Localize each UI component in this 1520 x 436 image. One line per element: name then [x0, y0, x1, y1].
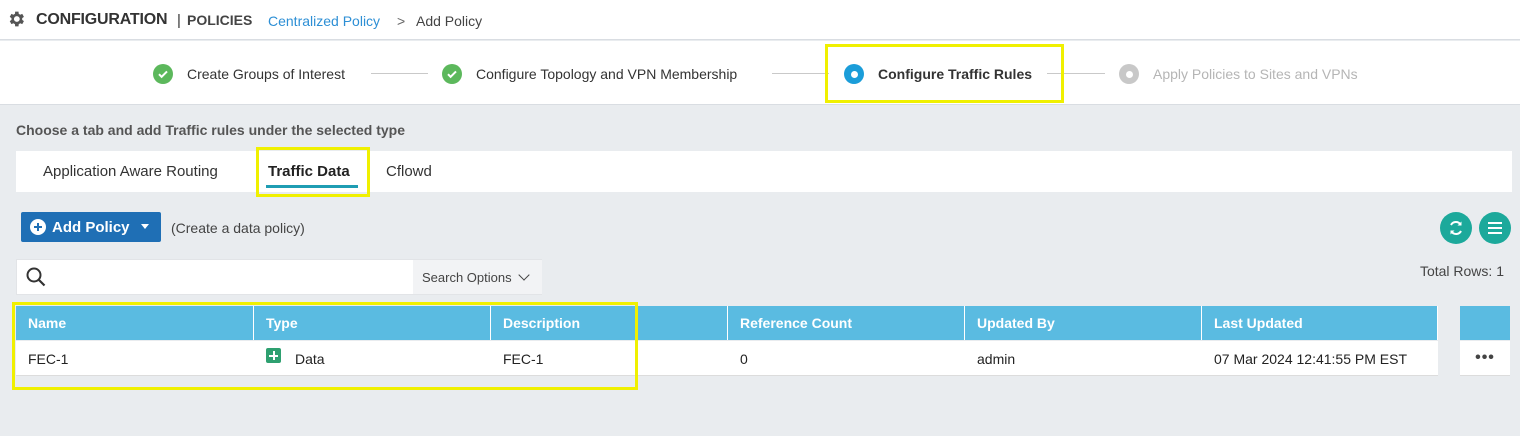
- search-bar: Search Options: [16, 259, 542, 295]
- step-connector: [371, 73, 428, 74]
- search-options-dropdown[interactable]: Search Options: [413, 260, 542, 294]
- chevron-down-icon: [517, 269, 530, 281]
- instruction-text: Choose a tab and add Traffic rules under…: [16, 122, 405, 138]
- title-separator: |: [177, 12, 181, 29]
- add-policy-label: Add Policy: [52, 218, 130, 236]
- search-icon: [26, 267, 46, 287]
- cell-last-updated: 07 Mar 2024 12:41:55 PM EST: [1214, 350, 1407, 367]
- refresh-icon: [1450, 221, 1462, 235]
- highlight-box-table: [12, 302, 638, 390]
- highlight-box-step: [825, 44, 1064, 103]
- wizard-step-topology[interactable]: Configure Topology and VPN Membership: [442, 63, 737, 85]
- row-actions-button[interactable]: •••: [1460, 341, 1510, 376]
- add-policy-hint: (Create a data policy): [171, 220, 305, 236]
- search-input[interactable]: [53, 264, 413, 291]
- column-header-actions: [1460, 306, 1510, 340]
- breadcrumb-centralized-policy[interactable]: Centralized Policy: [268, 13, 380, 29]
- search-options-label: Search Options: [422, 269, 512, 285]
- gear-icon: [9, 11, 24, 27]
- cell-updated-by: admin: [977, 350, 1016, 367]
- check-icon: [153, 64, 173, 84]
- more-icon: •••: [1475, 349, 1495, 366]
- wizard-step-label: Configure Topology and VPN Membership: [476, 66, 738, 82]
- cell-reference-count: 0: [740, 350, 748, 367]
- step-connector: [772, 73, 829, 74]
- breadcrumb-current: Add Policy: [416, 13, 483, 29]
- menu-icon: [1488, 222, 1502, 234]
- page-subtitle: POLICIES: [187, 12, 253, 28]
- tab-application-aware-routing[interactable]: Application Aware Routing: [43, 163, 218, 180]
- total-rows-count: Total Rows: 1: [1419, 263, 1504, 279]
- wizard-step-apply[interactable]: Apply Policies to Sites and VPNs: [1119, 63, 1358, 85]
- page-title: CONFIGURATION: [36, 11, 168, 28]
- add-policy-button[interactable]: Add Policy: [21, 212, 161, 242]
- wizard-steps: Create Groups of Interest Configure Topo…: [0, 41, 1520, 105]
- breadcrumb-separator: >: [397, 13, 406, 29]
- wizard-step-label: Create Groups of Interest: [187, 66, 345, 82]
- caret-down-icon: [141, 224, 149, 229]
- check-icon: [442, 64, 462, 84]
- wizard-step-groups[interactable]: Create Groups of Interest: [153, 63, 345, 85]
- column-header-last-updated[interactable]: Last Updated: [1202, 306, 1438, 340]
- table-menu-button[interactable]: [1479, 212, 1511, 244]
- pending-step-icon: [1119, 64, 1139, 84]
- plus-circle-icon: [30, 219, 46, 235]
- highlight-box-tab: [256, 147, 370, 197]
- refresh-button[interactable]: [1440, 212, 1472, 244]
- wizard-step-label: Apply Policies to Sites and VPNs: [1153, 66, 1358, 82]
- column-header-updated-by[interactable]: Updated By: [965, 306, 1202, 340]
- rule-type-tabs: Application Aware Routing Traffic Data C…: [16, 151, 1512, 192]
- page-header: CONFIGURATION | POLICIES Centralized Pol…: [0, 0, 1520, 40]
- column-header-reference-count[interactable]: Reference Count: [728, 306, 965, 340]
- tab-cflowd[interactable]: Cflowd: [386, 163, 432, 180]
